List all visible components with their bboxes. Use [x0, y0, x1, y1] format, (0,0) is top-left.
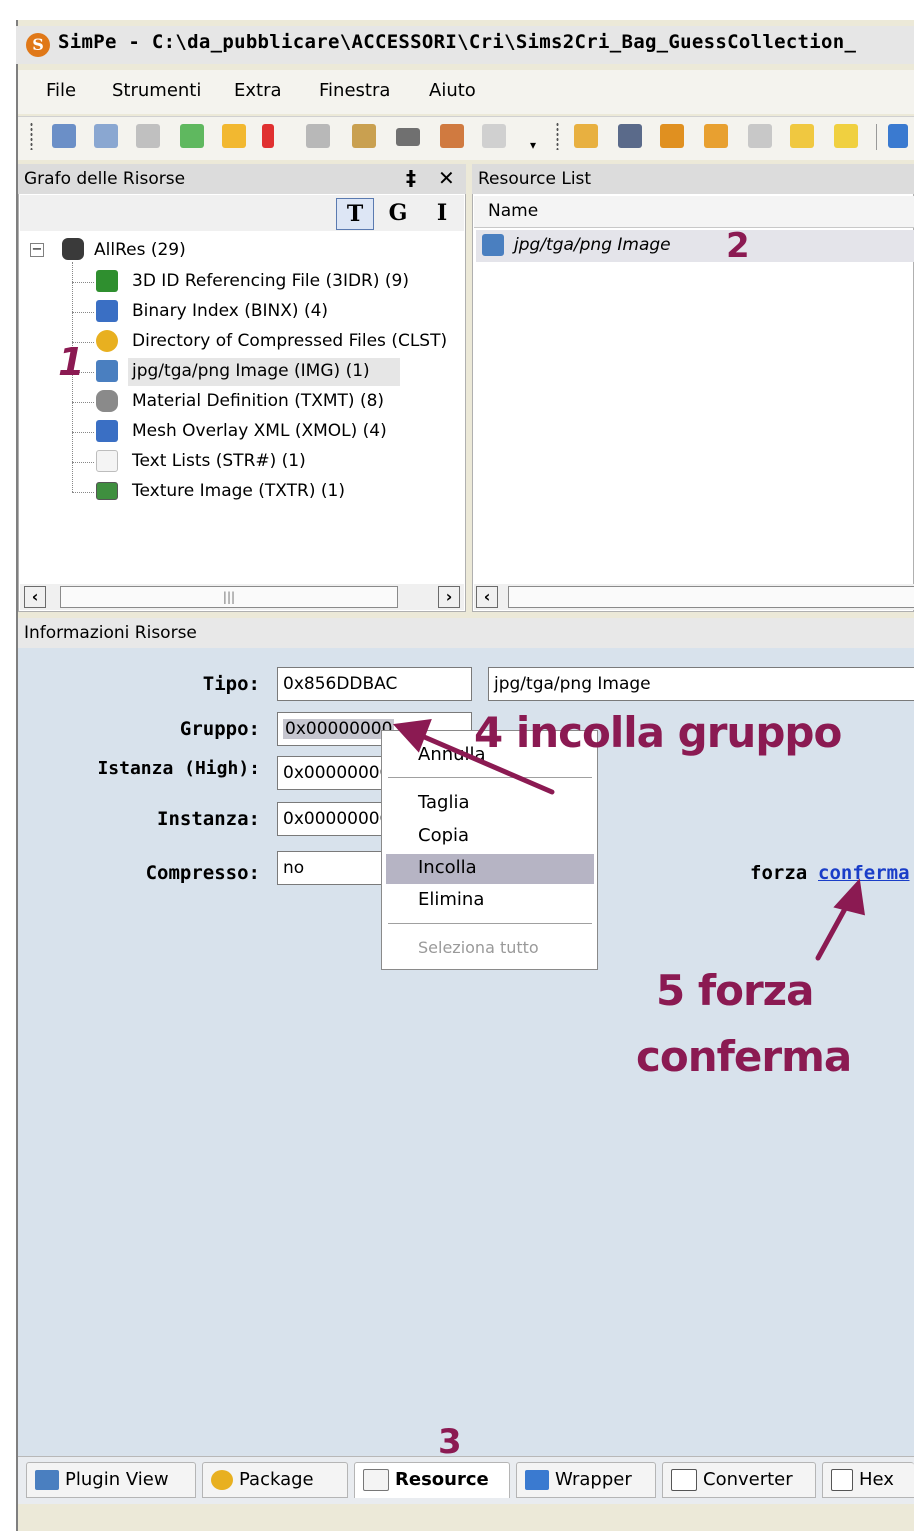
- status-bar: [18, 1504, 914, 1531]
- tab-wrapper[interactable]: Wrapper: [516, 1462, 656, 1498]
- tab-package[interactable]: Package: [202, 1462, 348, 1498]
- converter-icon: [671, 1469, 697, 1491]
- tab-hex-label: Hex: [859, 1469, 894, 1490]
- plugin-view-icon: [35, 1470, 59, 1490]
- resource-icon: [363, 1469, 389, 1491]
- wrapper-icon: [525, 1470, 549, 1490]
- arrow-to-gruppo: [405, 727, 555, 795]
- annotation-arrows: [392, 718, 866, 961]
- hex-icon: [831, 1469, 853, 1491]
- tab-plugin-view-label: Plugin View: [65, 1469, 169, 1490]
- tab-resource[interactable]: Resource: [354, 1462, 510, 1498]
- tab-hex[interactable]: Hex: [822, 1462, 914, 1498]
- arrow-head-conferma: [833, 878, 866, 916]
- tab-wrapper-label: Wrapper: [555, 1469, 632, 1490]
- tab-converter[interactable]: Converter: [662, 1462, 816, 1498]
- tab-resource-label: Resource: [395, 1469, 489, 1490]
- tab-converter-label: Converter: [703, 1469, 793, 1490]
- tab-plugin-view[interactable]: Plugin View: [26, 1462, 196, 1498]
- arrow-head-gruppo: [392, 718, 432, 753]
- package-icon: [211, 1470, 233, 1490]
- tab-package-label: Package: [239, 1469, 314, 1490]
